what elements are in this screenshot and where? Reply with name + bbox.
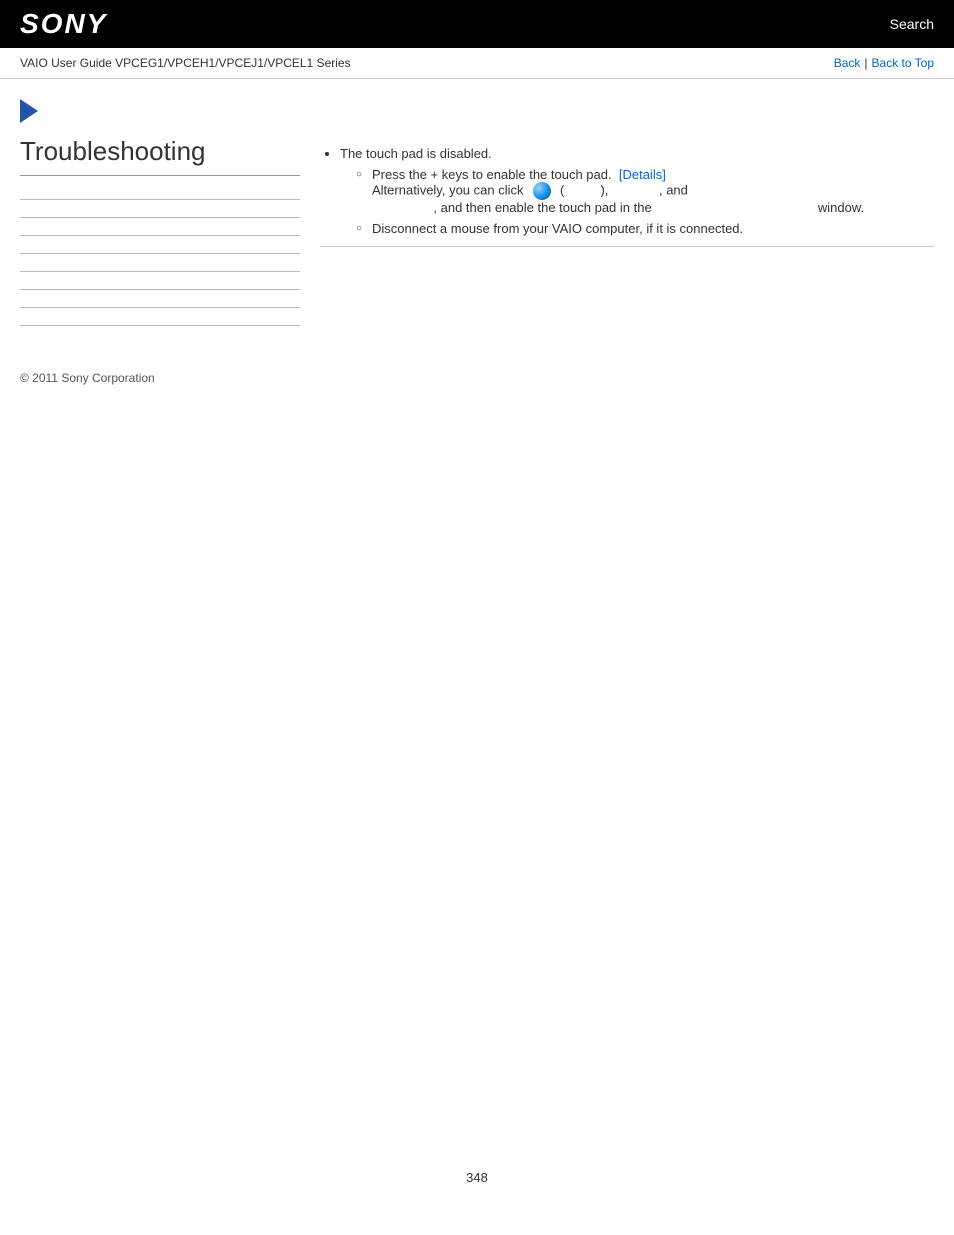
- sub-list: Press the + keys to enable the touch pad…: [340, 167, 934, 236]
- sidebar-item: [20, 294, 300, 308]
- press-keys-prefix: Press the: [372, 167, 427, 182]
- sidebar-item: [20, 258, 300, 272]
- header: SONY Search: [0, 0, 954, 48]
- main-content: Troubleshooting The touch pad is disable…: [0, 136, 954, 330]
- alt-and: , and: [659, 182, 688, 197]
- footer: © 2011 Sony Corporation: [0, 330, 954, 405]
- touchpad-disabled-text: The touch pad is disabled.: [340, 146, 492, 161]
- sidebar-item: [20, 222, 300, 236]
- arrow-section: [0, 79, 954, 136]
- sidebar-item: [20, 312, 300, 326]
- sidebar: Troubleshooting: [20, 136, 300, 330]
- alt-middle1: (: [560, 182, 564, 197]
- alternatively-prefix: Alternatively, you can click: [372, 182, 524, 197]
- sidebar-title: Troubleshooting: [20, 136, 300, 176]
- separator: |: [864, 56, 867, 70]
- sub-item-disconnect-mouse: Disconnect a mouse from your VAIO comput…: [356, 221, 934, 236]
- page-number-value: 348: [466, 1170, 488, 1185]
- disconnect-mouse-text: Disconnect a mouse from your VAIO comput…: [372, 221, 743, 236]
- alt-suffix: , and then enable the touch pad in the: [433, 200, 651, 215]
- page-number: 348: [0, 1150, 954, 1205]
- sidebar-item: [20, 276, 300, 290]
- sidebar-item: [20, 186, 300, 200]
- search-button[interactable]: Search: [890, 16, 934, 32]
- sidebar-links: [20, 186, 300, 326]
- content-separator: [320, 246, 934, 247]
- details-link[interactable]: [Details]: [619, 167, 666, 182]
- nav-links: Back | Back to Top: [834, 56, 934, 70]
- key-combo: +: [431, 167, 442, 182]
- guide-title: VAIO User Guide VPCEG1/VPCEH1/VPCEJ1/VPC…: [20, 56, 351, 70]
- copyright-text: © 2011 Sony Corporation: [20, 371, 155, 385]
- globe-icon: [533, 182, 551, 200]
- back-link[interactable]: Back: [834, 56, 861, 70]
- breadcrumb-bar: VAIO User Guide VPCEG1/VPCEH1/VPCEJ1/VPC…: [0, 48, 954, 79]
- alt-middle2: ),: [600, 182, 608, 197]
- section-arrow-icon: [20, 99, 38, 123]
- press-keys-suffix: keys to enable the touch pad.: [442, 167, 612, 182]
- sony-logo: SONY: [20, 8, 107, 40]
- back-to-top-link[interactable]: Back to Top: [872, 56, 934, 70]
- sub-item-press-keys: Press the + keys to enable the touch pad…: [356, 167, 934, 215]
- content-area: The touch pad is disabled. Press the + k…: [320, 136, 934, 330]
- alt-window: window.: [818, 200, 864, 215]
- list-item-touchpad: The touch pad is disabled. Press the + k…: [340, 146, 934, 236]
- content-list: The touch pad is disabled. Press the + k…: [320, 146, 934, 236]
- sidebar-item: [20, 204, 300, 218]
- sidebar-item: [20, 240, 300, 254]
